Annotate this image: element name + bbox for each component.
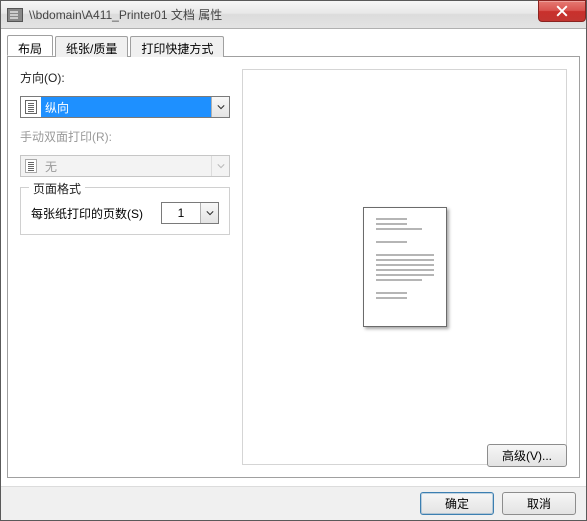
tab-shortcuts-label: 打印快捷方式 xyxy=(141,42,213,56)
portrait-icon xyxy=(25,100,37,114)
page-format-group: 页面格式 每张纸打印的页数(S) 1 xyxy=(20,187,230,235)
dialog-footer: 确定 取消 xyxy=(1,486,586,520)
document-icon xyxy=(25,159,37,173)
orientation-label: 方向(O): xyxy=(20,69,230,86)
page-preview xyxy=(363,207,447,327)
duplex-value: 无 xyxy=(41,156,211,176)
tab-paper-quality[interactable]: 纸张/质量 xyxy=(55,36,128,57)
tab-panel-layout: 方向(O): 纵向 手动双面打印(R): 无 xyxy=(7,57,580,478)
chevron-down-icon xyxy=(217,103,225,111)
close-icon xyxy=(556,5,568,17)
pages-per-sheet-combo[interactable]: 1 xyxy=(161,202,219,224)
page-format-legend: 页面格式 xyxy=(29,180,85,197)
ok-button-label: 确定 xyxy=(445,495,469,512)
cancel-button-label: 取消 xyxy=(527,495,551,512)
left-column: 方向(O): 纵向 手动双面打印(R): 无 xyxy=(20,69,230,465)
pages-per-sheet-arrow[interactable] xyxy=(200,203,218,223)
tab-layout[interactable]: 布局 xyxy=(7,35,53,56)
window-title: \\bdomain\A411_Printer01 文档 属性 xyxy=(29,6,222,23)
duplex-combo: 无 xyxy=(20,155,230,177)
advanced-row: 高级(V)... xyxy=(487,444,567,467)
tab-layout-label: 布局 xyxy=(18,42,42,56)
close-button[interactable] xyxy=(538,0,586,22)
orientation-value: 纵向 xyxy=(41,97,211,117)
pages-per-sheet-label: 每张纸打印的页数(S) xyxy=(31,205,151,222)
title-bar: \\bdomain\A411_Printer01 文档 属性 xyxy=(1,1,586,29)
preview-pane xyxy=(242,69,567,465)
duplex-combo-arrow xyxy=(211,156,229,176)
dialog-window: \\bdomain\A411_Printer01 文档 属性 布局 纸张/质量 … xyxy=(0,0,587,521)
ok-button[interactable]: 确定 xyxy=(420,492,494,515)
orientation-combo[interactable]: 纵向 xyxy=(20,96,230,118)
cancel-button[interactable]: 取消 xyxy=(502,492,576,515)
advanced-button[interactable]: 高级(V)... xyxy=(487,444,567,467)
tab-strip: 布局 纸张/质量 打印快捷方式 xyxy=(7,35,580,57)
tab-paper-label: 纸张/质量 xyxy=(66,42,117,56)
pages-per-sheet-value: 1 xyxy=(162,203,200,223)
advanced-button-label: 高级(V)... xyxy=(502,447,552,464)
printer-icon xyxy=(7,8,23,22)
duplex-label: 手动双面打印(R): xyxy=(20,128,230,145)
chevron-down-icon xyxy=(206,209,214,217)
client-area: 布局 纸张/质量 打印快捷方式 方向(O): 纵向 手动双面打印(R): 无 xyxy=(1,29,586,486)
chevron-down-icon xyxy=(217,162,225,170)
tab-shortcuts[interactable]: 打印快捷方式 xyxy=(130,36,224,57)
orientation-combo-arrow[interactable] xyxy=(211,97,229,117)
pages-per-sheet-row: 每张纸打印的页数(S) 1 xyxy=(31,202,219,224)
